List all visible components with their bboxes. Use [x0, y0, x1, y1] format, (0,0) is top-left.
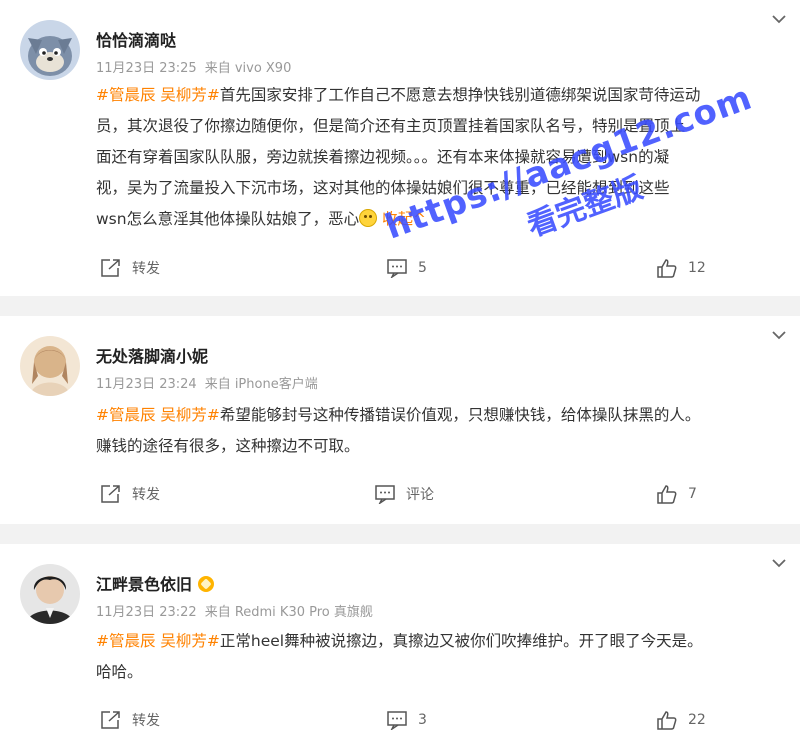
repost-icon	[101, 711, 120, 729]
topic-tag[interactable]: #管晨辰 吴柳芳#	[96, 86, 220, 104]
repost-button[interactable]: 转发	[100, 710, 160, 730]
username[interactable]: 恰恰滴滴哒	[96, 27, 176, 51]
comment-button[interactable]: 5	[386, 258, 427, 278]
like-button[interactable]: 7	[656, 484, 697, 504]
timestamp: 11月23日 23:25	[96, 61, 197, 76]
like-button[interactable]: 12	[656, 258, 706, 278]
post-meta: 11月23日 23:25 来自 vivo X90	[96, 57, 291, 76]
like-count: 12	[688, 260, 706, 276]
avatar[interactable]	[20, 564, 80, 624]
source-client: 来自 Redmi K30 Pro 真旗舰	[204, 605, 373, 620]
comment-text: #管晨辰 吴柳芳#正常heel舞种被说擦边，真擦边又被你们吹捧维护。开了眼了今天…	[96, 626, 780, 688]
comment-text: #管晨辰 吴柳芳#希望能够封号这种传播错误价值观，只想赚快钱，给体操队抹黑的人。…	[96, 400, 780, 462]
source-client: 来自 iPhone客户端	[204, 377, 318, 392]
vip-badge-icon	[198, 576, 215, 592]
source-client: 来自 vivo X90	[204, 61, 292, 76]
repost-button[interactable]: 转发	[100, 258, 160, 278]
timestamp: 11月23日 23:24	[96, 377, 197, 392]
avatar[interactable]	[20, 20, 80, 80]
comment-button[interactable]: 3	[386, 710, 427, 730]
avatar[interactable]	[20, 336, 80, 396]
action-bar: 转发 5 12	[96, 258, 780, 284]
comment-button[interactable]: 评论	[374, 484, 434, 504]
comment-card-1: 恰恰滴滴哒 11月23日 23:25 来自 vivo X90 #管晨辰 吴柳芳#首…	[0, 0, 800, 296]
comment-icon	[375, 485, 395, 504]
repost-label: 转发	[132, 487, 160, 503]
chevron-up-icon: ^	[413, 210, 427, 228]
disgust-emoji-icon	[359, 209, 378, 227]
comment-text: #管晨辰 吴柳芳#首先国家安排了工作自己不愿意去想挣快钱别道德绑架说国家苛待运动…	[96, 80, 780, 235]
comment-count: 5	[418, 260, 427, 276]
comment-icon	[387, 711, 407, 730]
comment-card-2: 无处落脚滴小妮 11月23日 23:24 来自 iPhone客户端 #管晨辰 吴柳…	[0, 316, 800, 524]
comment-icon	[387, 259, 407, 278]
text-line: 正常heel舞种被说擦边，真擦边又被你们吹捧维护。开了眼了今天是。	[219, 632, 703, 650]
topic-tag[interactable]: #管晨辰 吴柳芳#	[96, 632, 220, 650]
like-count: 22	[688, 712, 706, 728]
topic-tag[interactable]: #管晨辰 吴柳芳#	[96, 406, 220, 424]
text-line: 希望能够封号这种传播错误价值观，只想赚快钱，给体操队抹黑的人。	[219, 406, 701, 424]
timestamp: 11月23日 23:22	[96, 605, 197, 620]
comment-count: 3	[418, 712, 427, 728]
post-meta: 11月23日 23:24 来自 iPhone客户端	[96, 373, 318, 392]
thumbs-up-icon	[657, 259, 677, 278]
text-line: 视，吴为了流量投入下沉市场，这对其他的体操姑娘们很不尊重，已经能想到到这些	[96, 179, 670, 197]
text-line: 哈哈。	[96, 663, 143, 681]
thumbs-up-icon	[657, 485, 677, 504]
repost-button[interactable]: 转发	[100, 484, 160, 504]
action-bar: 转发 3 22	[96, 710, 780, 736]
username-row: 江畔景色依旧	[96, 571, 215, 595]
thumbs-up-icon	[657, 711, 677, 730]
repost-icon	[101, 259, 120, 277]
like-button[interactable]: 22	[656, 710, 706, 730]
post-meta: 11月23日 23:22 来自 Redmi K30 Pro 真旗舰	[96, 601, 373, 620]
repost-label: 转发	[132, 713, 160, 729]
chevron-down-icon[interactable]	[770, 10, 788, 28]
collapse-link[interactable]: 收起^	[382, 210, 426, 228]
text-line: 赚钱的途径有很多，这种擦边不可取。	[96, 437, 360, 455]
username[interactable]: 无处落脚滴小妮	[96, 343, 208, 367]
repost-icon	[101, 485, 120, 503]
text-line: 首先国家安排了工作自己不愿意去想挣快钱别道德绑架说国家苛待运动	[219, 86, 701, 104]
username[interactable]: 江畔景色依旧	[96, 575, 192, 594]
repost-label: 转发	[132, 261, 160, 277]
chevron-down-icon[interactable]	[770, 326, 788, 344]
chevron-down-icon[interactable]	[770, 554, 788, 572]
action-bar: 转发 评论 7	[96, 484, 780, 510]
text-line: 面还有穿着国家队队服，旁边就挨着擦边视频。。。还有本来体操就容易遭到wsn的凝	[96, 148, 670, 166]
comment-card-3: 江畔景色依旧 11月23日 23:22 来自 Redmi K30 Pro 真旗舰 …	[0, 544, 800, 741]
text-line: 员，其次退役了你擦边随便你，但是简介还有主页顶置挂着国家队名号，特别是置顶上	[96, 117, 686, 135]
like-count: 7	[688, 486, 697, 502]
comment-label: 评论	[406, 487, 434, 503]
collapse-label: 收起	[382, 210, 414, 228]
text-line: wsn怎么意淫其他体操队姑娘了，恶心	[96, 210, 360, 228]
